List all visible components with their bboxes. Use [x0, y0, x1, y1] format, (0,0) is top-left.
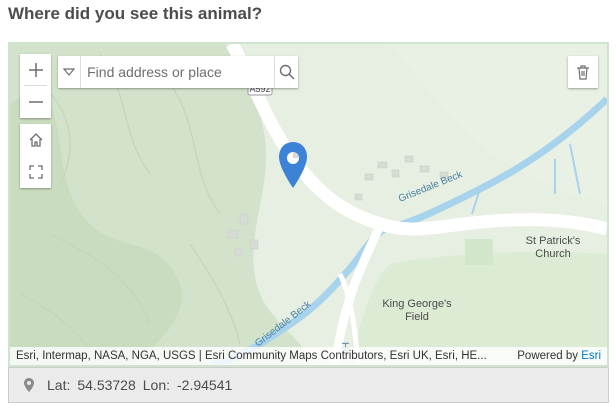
- search-widget: [58, 56, 298, 88]
- map-view[interactable]: A592 Grisedale Beck Grisedale Beck St Pa…: [8, 42, 609, 367]
- lon-value: -2.94541: [177, 377, 233, 393]
- field-label: Field: [405, 311, 429, 323]
- search-button[interactable]: [274, 56, 298, 88]
- powered-by: Powered by Esri: [517, 350, 601, 362]
- attribution-text: Esri, Intermap, NASA, NGA, USGS | Esri C…: [16, 350, 487, 362]
- view-control: [20, 124, 51, 188]
- map-attribution: Esri, Intermap, NASA, NGA, USGS | Esri C…: [10, 347, 607, 365]
- search-input[interactable]: [81, 56, 275, 88]
- powered-by-text: Powered by: [517, 350, 578, 362]
- zoom-out-button[interactable]: [20, 86, 51, 117]
- clear-button[interactable]: [568, 56, 598, 88]
- map-canvas[interactable]: A592 Grisedale Beck Grisedale Beck St Pa…: [10, 44, 607, 365]
- search-source-dropdown[interactable]: [58, 56, 82, 88]
- home-icon: [29, 133, 42, 147]
- trash-icon: [577, 65, 589, 80]
- caret-down-icon: [63, 68, 76, 76]
- location-pin-icon: [23, 377, 35, 393]
- lat-value: 54.53728: [77, 377, 136, 393]
- plus-icon: [28, 62, 43, 77]
- esri-link[interactable]: Esri: [581, 350, 601, 362]
- fullscreen-button[interactable]: [20, 156, 51, 188]
- question-heading: Where did you see this animal?: [8, 4, 263, 23]
- zoom-in-button[interactable]: [20, 54, 51, 85]
- church-label: Church: [535, 248, 570, 260]
- home-button[interactable]: [20, 124, 51, 156]
- zoom-control: [20, 54, 51, 118]
- fullscreen-icon: [28, 165, 43, 179]
- field-label: King George's: [382, 298, 452, 310]
- minus-icon: [28, 100, 43, 103]
- lat-label: Lat:: [47, 377, 71, 393]
- search-icon: [279, 64, 295, 80]
- field-patch: [465, 239, 493, 265]
- location-readout: Lat: 54.53728 Lon: -2.94541: [8, 367, 609, 403]
- lon-label: Lon:: [142, 377, 171, 393]
- church-label: St Patrick's: [526, 235, 581, 247]
